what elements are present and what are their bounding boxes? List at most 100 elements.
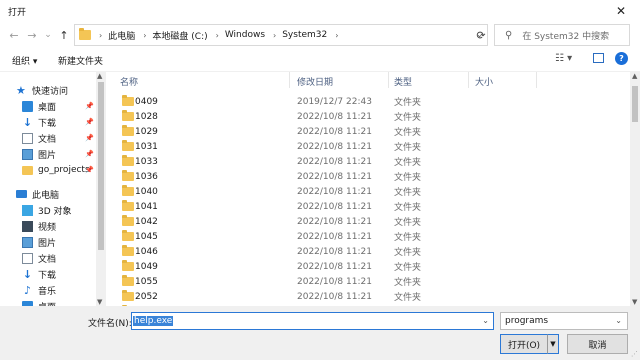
table-row[interactable]: 1029 2022/10/8 11:21 文件夹 [106,124,630,139]
column-header-date[interactable]: 修改日期 [297,75,333,88]
search-box[interactable]: ⚲ 在 System32 中搜索 [494,24,630,46]
column-divider [388,72,389,88]
scroll-up-icon[interactable]: ▲ [97,72,102,80]
table-row[interactable]: 0409 2019/12/7 22:43 文件夹 [106,94,630,109]
filename-input[interactable]: help.exe ⌄ [131,312,494,330]
help-icon[interactable]: ? [615,52,628,65]
file-name: 1041 [135,201,158,212]
scroll-down-icon[interactable]: ▼ [97,298,102,306]
column-header-type[interactable]: 类型 [394,75,412,88]
sidebar-item-documents[interactable]: 文档 📌 [22,130,96,146]
column-divider [289,72,290,88]
back-arrow-icon[interactable]: ← [6,27,22,43]
file-name: 1028 [135,111,158,122]
toolbar: 组织 ▾ 新建文件夹 ☷ ▾ ? [0,48,640,72]
table-row[interactable]: 1031 2022/10/8 11:21 文件夹 [106,139,630,154]
chevron-down-icon[interactable]: ⌄ [482,316,489,325]
table-row[interactable]: 1041 2022/10/8 11:21 文件夹 [106,199,630,214]
table-row[interactable]: 1033 2022/10/8 11:21 文件夹 [106,154,630,169]
close-icon[interactable]: ✕ [602,0,640,22]
sidebar-item-downloads[interactable]: ↓ 下载 📌 [22,114,96,130]
breadcrumb-separator-icon: › [273,30,277,40]
sidebar-item-label: go_projects [38,165,90,175]
search-icon: ⚲ [505,29,513,41]
resize-grip-icon[interactable]: ⋰ [631,350,638,358]
recent-locations-chevron-icon[interactable]: ⌄ [40,27,56,43]
navigation-pane: ★ 快速访问 桌面 📌 ↓ 下载 📌 文档 📌 图片 📌 go_projects… [0,72,106,306]
open-options-dropdown-icon[interactable]: ▼ [547,334,559,354]
sidebar-item-pictures-pc[interactable]: 图片 [22,234,106,250]
column-header-size[interactable]: 大小 [475,75,493,88]
sidebar-item-music[interactable]: ♪ 音乐 [22,282,106,298]
forward-arrow-icon[interactable]: → [24,27,40,43]
filename-value[interactable]: help.exe [133,316,174,326]
table-row[interactable]: 1046 2022/10/8 11:21 文件夹 [106,244,630,259]
file-name: 1045 [135,231,158,242]
sidebar-item-label: 音乐 [38,286,57,297]
breadcrumb-local-disk[interactable]: 本地磁盘 (C:) [152,29,207,42]
file-type: 文件夹 [394,173,422,183]
table-row[interactable]: 1028 2022/10/8 11:21 文件夹 [106,109,630,124]
sidebar-item-go-projects[interactable]: go_projects 📌 [22,162,96,178]
folder-icon [122,170,134,181]
table-row[interactable]: 1055 2022/10/8 11:21 文件夹 [106,274,630,289]
sidebar-item-label: 视频 [38,222,57,233]
file-name: 1029 [135,126,158,137]
sidebar-item-3d-objects[interactable]: 3D 对象 [22,202,106,218]
column-header-row: ⌃ 名称 修改日期 类型 大小 [106,72,630,88]
file-list-scrollbar[interactable]: ▲ ▼ [630,72,640,306]
chevron-down-icon[interactable]: ⌄ [615,316,622,325]
folder-icon [122,230,134,241]
breadcrumb-windows[interactable]: Windows [225,30,265,40]
breadcrumb-this-pc[interactable]: 此电脑 [108,29,135,42]
open-button[interactable]: 打开(O) [500,334,548,354]
scroll-up-icon[interactable]: ▲ [632,72,637,80]
file-date: 2022/10/8 11:21 [297,186,372,197]
column-divider [468,72,469,88]
pin-icon: 📌 [85,102,94,110]
up-arrow-icon[interactable]: ↑ [56,27,72,43]
cancel-button[interactable]: 取消 [567,334,628,354]
file-name: 1042 [135,216,158,227]
file-type-select[interactable]: programs ⌄ [500,312,628,330]
sidebar-item-label: 图片 [38,150,57,161]
column-header-name[interactable]: 名称 [120,75,138,88]
table-row[interactable]: 1049 2022/10/8 11:21 文件夹 [106,259,630,274]
sort-ascending-icon: ⌃ [202,72,208,77]
file-type: 文件夹 [394,293,422,303]
window-title: 打开 [8,8,27,18]
scroll-down-icon[interactable]: ▼ [632,298,637,306]
preview-pane-icon[interactable] [593,53,604,63]
file-date: 2019/12/7 22:43 [297,96,372,107]
sidebar-scrollbar[interactable]: ▲ ▼ [96,72,106,306]
file-name: 1040 [135,186,158,197]
table-row[interactable]: 1042 2022/10/8 11:21 文件夹 [106,214,630,229]
sidebar-item-pictures[interactable]: 图片 📌 [22,146,96,162]
table-row[interactable]: 1036 2022/10/8 11:21 文件夹 [106,169,630,184]
breadcrumb-system32[interactable]: System32 [282,30,327,40]
organize-button[interactable]: 组织 ▾ [12,54,37,67]
sidebar-item-downloads-pc[interactable]: ↓ 下载 [22,266,106,282]
pin-icon: 📌 [85,134,94,142]
sidebar-item-desktop-pc[interactable]: 桌面 [22,298,106,306]
new-folder-button[interactable]: 新建文件夹 [58,54,103,67]
scrollbar-thumb[interactable] [98,82,104,250]
address-bar[interactable]: › 此电脑 › 本地磁盘 (C:) › Windows › System32 ›… [74,24,488,46]
file-name: 2052 [135,291,158,302]
table-row[interactable]: 1040 2022/10/8 11:21 文件夹 [106,184,630,199]
change-view-icon[interactable]: ☷ ▾ [555,53,572,64]
refresh-icon[interactable]: ⟳ [472,26,490,44]
table-row[interactable]: 1045 2022/10/8 11:21 文件夹 [106,229,630,244]
sidebar-item-videos[interactable]: 视频 [22,218,106,234]
sidebar-item-label: 快速访问 [32,86,69,97]
file-name: 1055 [135,276,158,287]
sidebar-item-quick-access[interactable]: ★ 快速访问 [16,82,106,98]
sidebar-item-desktop[interactable]: 桌面 📌 [22,98,96,114]
file-date: 2022/10/8 11:21 [297,111,372,122]
file-name: 0409 [135,96,158,107]
sidebar-item-this-pc[interactable]: 此电脑 [16,186,106,202]
table-row[interactable]: 2052 2022/10/8 11:21 文件夹 [106,289,630,304]
scrollbar-thumb[interactable] [632,86,638,122]
sidebar-item-documents-pc[interactable]: 文档 [22,250,106,266]
breadcrumb-separator-icon: › [143,30,147,40]
